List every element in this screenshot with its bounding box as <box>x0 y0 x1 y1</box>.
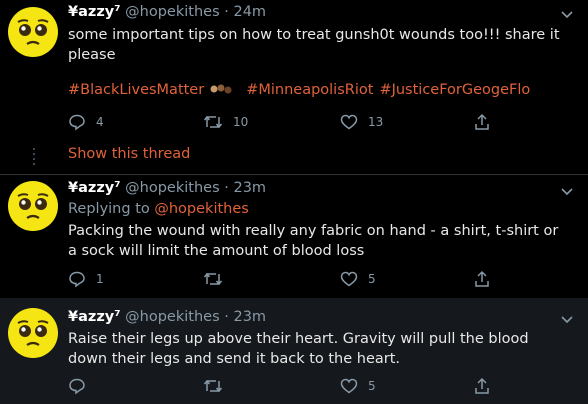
tweet-actions: 1 5 <box>68 270 508 290</box>
timestamp[interactable]: 24m <box>233 4 266 20</box>
like-button[interactable]: 5 <box>340 270 376 288</box>
tweet[interactable]: ¥azzy⁷ @hopekithes · 24m some important … <box>0 0 588 175</box>
tweet[interactable]: ¥azzy⁷ @hopekithes · 23m Raise their leg… <box>0 298 588 404</box>
show-thread-link[interactable]: Show this thread <box>68 146 190 162</box>
chevron-down-icon <box>561 316 573 324</box>
pleading-face-icon <box>8 7 58 57</box>
retweet-icon <box>203 272 223 286</box>
timestamp[interactable]: 23m <box>233 180 266 196</box>
timestamp[interactable]: 23m <box>233 309 266 325</box>
more-options-button[interactable] <box>560 6 574 25</box>
reply-count: 4 <box>96 115 104 129</box>
user-handle[interactable]: @hopekithes <box>125 180 219 196</box>
reply-button[interactable]: 4 <box>68 113 104 131</box>
like-button[interactable]: 13 <box>340 113 383 131</box>
share-button[interactable] <box>473 113 491 131</box>
display-name[interactable]: ¥azzy⁷ <box>68 309 121 325</box>
tweet-actions: 4 10 13 <box>68 113 508 133</box>
avatar[interactable] <box>8 7 58 57</box>
display-name[interactable]: ¥azzy⁷ <box>68 180 121 196</box>
replying-to: Replying to @hopekithes <box>68 201 249 217</box>
share-button[interactable] <box>473 377 491 395</box>
like-count: 5 <box>368 272 376 286</box>
reply-button[interactable] <box>68 377 96 395</box>
heart-icon <box>340 114 358 130</box>
avatar[interactable] <box>8 181 58 231</box>
reply-icon <box>69 378 85 395</box>
like-button[interactable]: 5 <box>340 377 376 395</box>
tweet-header: ¥azzy⁷ @hopekithes · 23m <box>68 309 266 325</box>
like-count: 13 <box>368 115 384 129</box>
reply-button[interactable]: 1 <box>68 270 104 288</box>
share-icon <box>475 377 489 394</box>
retweet-button[interactable] <box>203 270 233 288</box>
retweet-button[interactable]: 10 <box>203 113 248 131</box>
separator-dot: · <box>224 4 229 20</box>
tweet[interactable]: ¥azzy⁷ @hopekithes · 23m Replying to @ho… <box>0 175 588 298</box>
avatar[interactable] <box>8 308 58 358</box>
heart-icon <box>340 378 358 394</box>
hashtag-link[interactable]: #JusticeForGeogeFlo <box>379 82 530 98</box>
raised-fist-icon <box>210 84 232 94</box>
pleading-face-icon <box>8 308 58 358</box>
reply-count: 1 <box>96 272 104 286</box>
thread-connector <box>33 148 35 168</box>
like-count: 5 <box>368 379 376 393</box>
chevron-down-icon <box>561 11 573 19</box>
tweet-header: ¥azzy⁷ @hopekithes · 24m <box>68 4 266 20</box>
chevron-down-icon <box>561 188 573 196</box>
tweet-text: Packing the wound with really any fabric… <box>68 223 559 259</box>
tweet-actions: 5 <box>68 377 508 397</box>
display-name[interactable]: ¥azzy⁷ <box>68 4 121 20</box>
share-icon <box>475 113 489 130</box>
tweet-text: Raise their legs up above their heart. G… <box>68 331 529 367</box>
tweet-header: ¥azzy⁷ @hopekithes · 23m <box>68 180 266 196</box>
hashtag-link[interactable]: #MinneapolisRiot <box>246 82 373 98</box>
replying-to-handle[interactable]: @hopekithes <box>154 201 248 217</box>
tweet-text: some important tips on how to treat guns… <box>68 27 560 63</box>
pleading-face-icon <box>8 181 58 231</box>
retweet-icon <box>203 115 223 129</box>
hashtag-row: #BlackLivesMatter #MinneapolisRiot #Justic… <box>68 82 536 98</box>
share-button[interactable] <box>473 270 491 288</box>
reply-icon <box>69 114 85 131</box>
retweet-button[interactable] <box>203 377 233 395</box>
share-icon <box>475 270 489 287</box>
replying-to-label: Replying to <box>68 201 150 217</box>
reply-icon <box>69 271 85 288</box>
user-handle[interactable]: @hopekithes <box>125 4 219 20</box>
separator-dot: · <box>224 180 229 196</box>
more-options-button[interactable] <box>560 311 574 330</box>
user-handle[interactable]: @hopekithes <box>125 309 219 325</box>
heart-icon <box>340 271 358 287</box>
more-options-button[interactable] <box>560 183 574 202</box>
separator-dot: · <box>224 309 229 325</box>
hashtag-link[interactable]: #BlackLivesMatter <box>68 82 204 98</box>
retweet-icon <box>203 379 223 393</box>
retweet-count: 10 <box>233 115 249 129</box>
